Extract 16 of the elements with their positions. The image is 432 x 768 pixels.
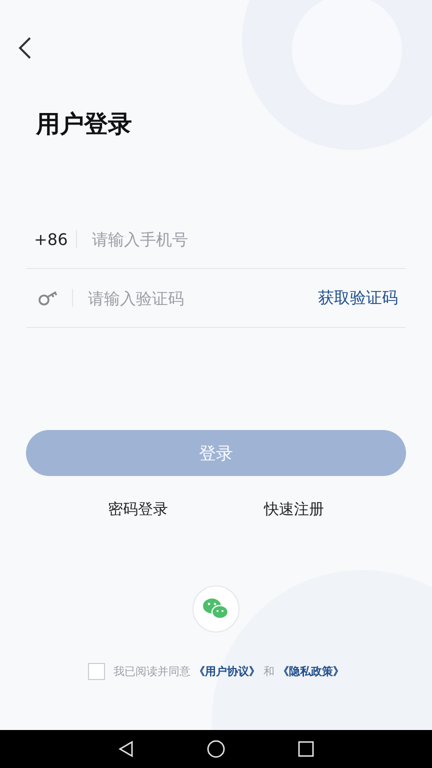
home-icon[interactable] bbox=[206, 739, 226, 759]
page-title: 用户登录 bbox=[36, 109, 133, 140]
agree-checkbox[interactable] bbox=[88, 663, 106, 680]
back-icon[interactable] bbox=[18, 36, 32, 60]
password-login-link[interactable]: 密码登录 bbox=[108, 500, 168, 519]
code-field[interactable]: 请输入验证码 bbox=[86, 288, 318, 308]
terms-link[interactable]: 《用户协议》 bbox=[194, 665, 260, 678]
key-icon bbox=[38, 290, 60, 306]
agreement-text: 我已阅读并同意 《用户协议》 和 《隐私政策》 bbox=[113, 664, 344, 679]
register-link[interactable]: 快速注册 bbox=[264, 500, 324, 519]
privacy-link[interactable]: 《隐私政策》 bbox=[278, 665, 344, 678]
recents-icon[interactable] bbox=[296, 739, 316, 759]
phone-field[interactable]: 请输入手机号 bbox=[90, 228, 406, 250]
back-icon[interactable] bbox=[116, 739, 136, 759]
country-code[interactable]: +86 bbox=[26, 230, 76, 248]
get-code-link[interactable]: 获取验证码 bbox=[318, 288, 406, 308]
